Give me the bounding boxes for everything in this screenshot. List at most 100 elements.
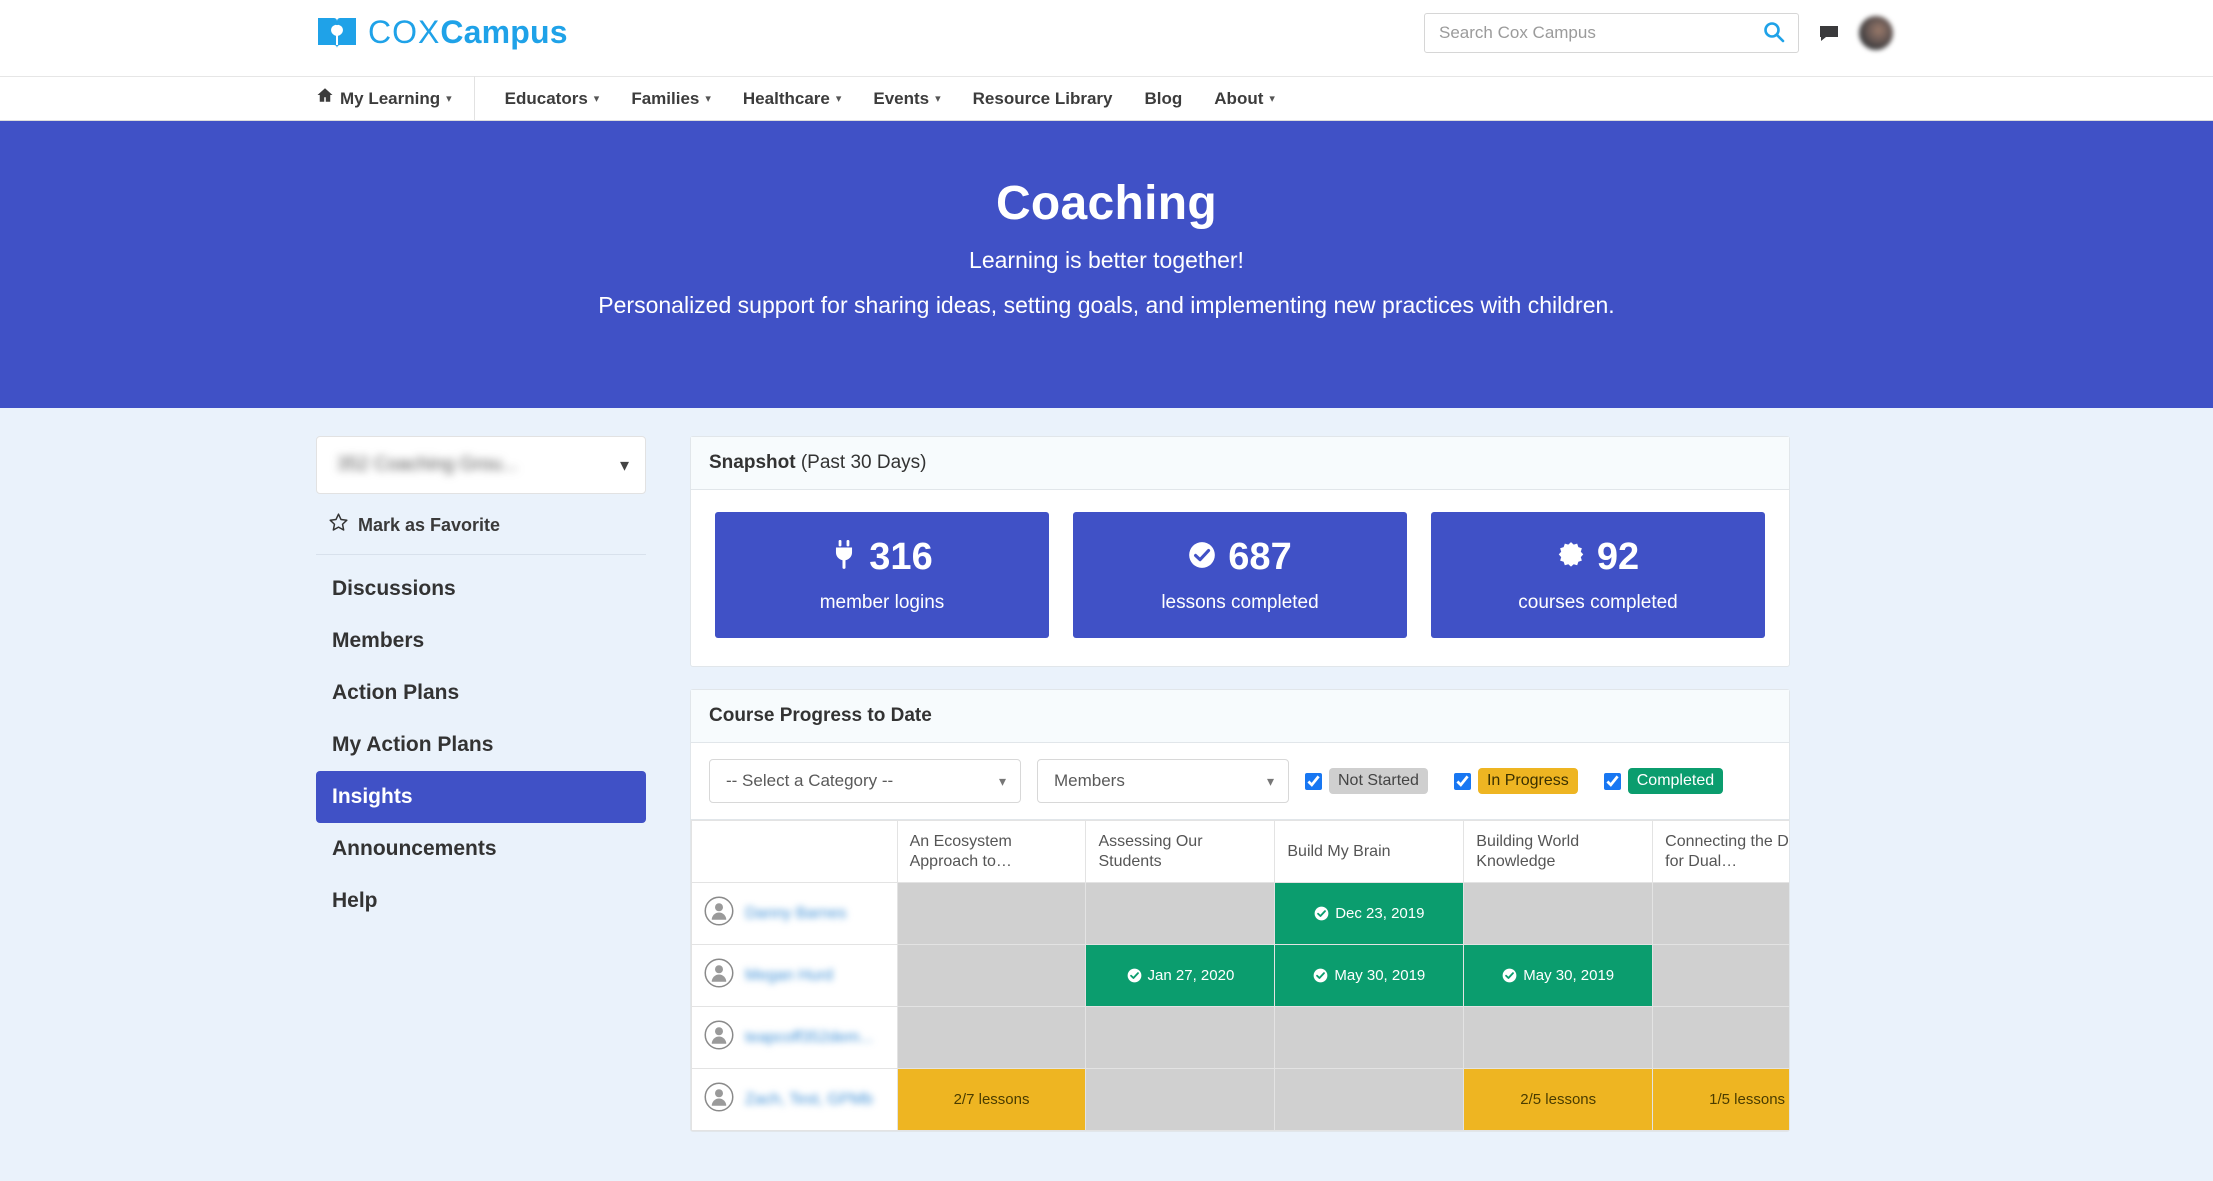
nav-item-healthcare[interactable]: Healthcare ▾ bbox=[727, 76, 857, 121]
column-header-course-3: Build My Brain bbox=[1274, 820, 1465, 883]
nav-item-educators[interactable]: Educators ▾ bbox=[489, 76, 616, 121]
legend-label-in-progress: In Progress bbox=[1477, 768, 1578, 794]
member-cell: teapcoff352dem... bbox=[691, 1006, 898, 1069]
progress-cell-done: Jan 27, 2020 bbox=[1085, 944, 1276, 1007]
progress-cell-none bbox=[1463, 1006, 1654, 1069]
mark-as-favorite-button[interactable]: Mark as Favorite bbox=[316, 494, 646, 555]
member-filter-value: Members bbox=[1054, 771, 1125, 790]
stat-value: 316 bbox=[869, 536, 933, 578]
nav-item-my-learning[interactable]: My Learning ▾ bbox=[316, 76, 475, 121]
logo-wordmark: COXCampus bbox=[368, 14, 568, 51]
check-circle-icon bbox=[1188, 541, 1216, 574]
group-selector-dropdown[interactable]: 352 Coaching Grou... ▾ bbox=[316, 436, 646, 494]
certificate-icon bbox=[1557, 541, 1585, 574]
cell-text: Jan 27, 2020 bbox=[1147, 967, 1235, 984]
hero-subtitle: Learning is better together! bbox=[969, 247, 1244, 273]
progress-cell-none bbox=[1463, 882, 1654, 945]
member-name-link[interactable]: Danny Barnes bbox=[745, 905, 846, 923]
table-row: Megan Hurd Jan 27, 2020 May 30, 2019 May 30… bbox=[691, 944, 1789, 1007]
nav-item-families[interactable]: Families ▾ bbox=[615, 76, 727, 121]
member-name-link[interactable]: Zach, Test, GPMb bbox=[745, 1091, 873, 1109]
member-filter-dropdown[interactable]: Members ▾ bbox=[1037, 759, 1289, 803]
avatar-icon bbox=[704, 1082, 734, 1117]
member-name-link[interactable]: teapcoff352dem... bbox=[745, 1029, 873, 1047]
sidebar-item-announcements[interactable]: Announcements bbox=[316, 823, 646, 875]
course-progress-table: An Ecosystem Approach to… Assessing Our … bbox=[691, 820, 1789, 1131]
nav-item-events[interactable]: Events ▾ bbox=[857, 76, 956, 121]
progress-cell-prog: 2/5 lessons bbox=[1463, 1068, 1654, 1131]
legend-label-completed: Completed bbox=[1627, 768, 1724, 794]
progress-cell-none bbox=[1652, 1006, 1789, 1069]
chevron-down-icon: ▾ bbox=[998, 772, 1006, 789]
table-row: Zach, Test, GPMb 2/7 lessons 2/5 lessons 1/… bbox=[691, 1068, 1789, 1131]
progress-cell-none bbox=[1085, 882, 1276, 945]
chevron-down-icon: ▾ bbox=[619, 454, 629, 475]
stat-label: member logins bbox=[819, 592, 945, 613]
nav-item-blog[interactable]: Blog bbox=[1129, 76, 1199, 121]
sidebar-item-action-plans[interactable]: Action Plans bbox=[316, 667, 646, 719]
header-actions bbox=[1424, 13, 1893, 53]
main-navigation: My Learning ▾ Educators ▾ Families ▾ Hea… bbox=[0, 76, 2213, 121]
snapshot-subtitle: (Past 30 Days) bbox=[795, 452, 927, 473]
member-name-link[interactable]: Megan Hurd bbox=[745, 967, 833, 985]
sidebar-item-help[interactable]: Help bbox=[316, 875, 646, 927]
search-input[interactable] bbox=[1439, 23, 1760, 43]
chat-bubble-icon[interactable] bbox=[1817, 21, 1841, 45]
sidebar-item-discussions[interactable]: Discussions bbox=[316, 563, 646, 615]
stat-card-member-logins: 316 member logins bbox=[715, 512, 1049, 638]
table-row: Danny Barnes Dec 23, 2019 bbox=[691, 882, 1789, 945]
progress-cell-done: May 30, 2019 bbox=[1274, 944, 1465, 1007]
cell-text: 1/5 lessons bbox=[1709, 1091, 1786, 1108]
legend-checkbox-not-started[interactable] bbox=[1305, 772, 1322, 790]
chevron-down-icon: ▾ bbox=[593, 93, 600, 105]
user-avatar[interactable] bbox=[1859, 16, 1893, 50]
chevron-down-icon: ▾ bbox=[446, 93, 452, 105]
site-logo[interactable]: COXCampus bbox=[316, 14, 568, 51]
column-header-course-1: An Ecosystem Approach to… bbox=[896, 820, 1087, 883]
chevron-down-icon: ▾ bbox=[1266, 772, 1274, 789]
course-progress-filters: -- Select a Category -- ▾ Members ▾ Not … bbox=[691, 743, 1789, 819]
nav-label: About bbox=[1214, 89, 1264, 108]
progress-cell-none bbox=[1274, 1006, 1465, 1069]
sidebar-item-insights[interactable]: Insights bbox=[316, 771, 646, 823]
progress-cell-prog: 2/7 lessons bbox=[896, 1068, 1087, 1131]
stat-label: lessons completed bbox=[1161, 592, 1319, 613]
sidebar-item-members[interactable]: Members bbox=[316, 615, 646, 667]
home-icon bbox=[316, 76, 334, 121]
search-box[interactable] bbox=[1424, 13, 1799, 53]
nav-item-about[interactable]: About ▾ bbox=[1198, 76, 1291, 121]
column-header-member bbox=[691, 820, 898, 883]
page-hero-banner: Coaching Learning is better together! Pe… bbox=[0, 121, 2213, 408]
cell-text: May 30, 2019 bbox=[1523, 967, 1615, 984]
progress-cell-done: May 30, 2019 bbox=[1463, 944, 1654, 1007]
course-progress-table-scroll[interactable]: An Ecosystem Approach to… Assessing Our … bbox=[691, 819, 1789, 1131]
table-header: An Ecosystem Approach to… Assessing Our … bbox=[691, 820, 1789, 883]
progress-cell-done: Dec 23, 2019 bbox=[1274, 882, 1465, 945]
cell-text: May 30, 2019 bbox=[1334, 967, 1426, 984]
progress-cell-none bbox=[1652, 944, 1789, 1007]
legend-label-not-started: Not Started bbox=[1329, 768, 1428, 794]
chevron-down-icon: ▾ bbox=[705, 93, 711, 105]
table-header-row: An Ecosystem Approach to… Assessing Our … bbox=[691, 820, 1789, 883]
logo-cox: COX bbox=[368, 14, 441, 50]
search-button[interactable] bbox=[1760, 20, 1788, 47]
chevron-down-icon: ▾ bbox=[1269, 93, 1275, 105]
top-header: COXCampus bbox=[0, 0, 2213, 76]
category-filter-dropdown[interactable]: -- Select a Category -- ▾ bbox=[709, 759, 1021, 803]
nav-label: Families bbox=[631, 89, 700, 108]
progress-cell-none bbox=[896, 944, 1087, 1007]
legend-checkbox-completed[interactable] bbox=[1603, 772, 1621, 790]
sidebar-item-my-action-plans[interactable]: My Action Plans bbox=[316, 719, 646, 771]
nav-label: Educators bbox=[504, 89, 588, 108]
nav-item-resource-library[interactable]: Resource Library bbox=[957, 76, 1129, 121]
course-progress-title: Course Progress to Date bbox=[709, 705, 932, 726]
table-body: Danny Barnes Dec 23, 2019 Megan Hurd Jan 27… bbox=[691, 882, 1789, 1131]
group-selector-value: 352 Coaching Grou... bbox=[337, 454, 518, 475]
snapshot-panel: Snapshot (Past 30 Days) 316 member login… bbox=[690, 436, 1790, 667]
cell-text: 2/5 lessons bbox=[1520, 1091, 1597, 1108]
chevron-down-icon: ▾ bbox=[835, 93, 842, 105]
stat-value: 687 bbox=[1228, 536, 1292, 578]
cell-text: Dec 23, 2019 bbox=[1335, 905, 1425, 922]
legend-checkbox-in-progress[interactable] bbox=[1453, 772, 1471, 790]
column-header-course-5: Connecting the Dots for Dual… bbox=[1652, 820, 1789, 883]
